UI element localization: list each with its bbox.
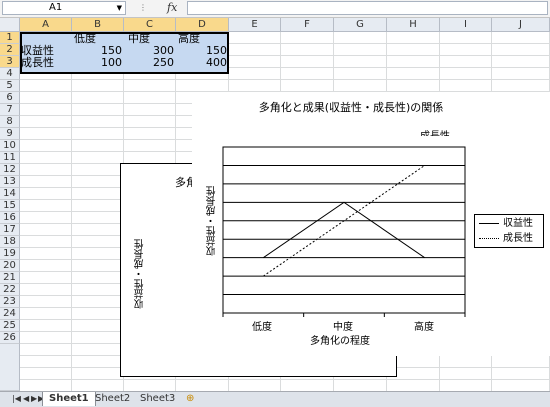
cell-c3[interactable]: 250 bbox=[124, 57, 174, 69]
row-header-24[interactable]: 24 bbox=[0, 308, 20, 320]
column-header-b[interactable]: B bbox=[72, 18, 124, 32]
insert-function-icon[interactable]: fx bbox=[167, 1, 177, 14]
row-header-25[interactable]: 25 bbox=[0, 320, 20, 332]
legend-item: 収益性 bbox=[479, 217, 533, 231]
column-header-d[interactable]: D bbox=[176, 18, 229, 32]
column-header-i[interactable]: I bbox=[440, 18, 492, 32]
column-header-a[interactable]: A bbox=[20, 18, 72, 32]
first-sheet-icon[interactable]: |◀ bbox=[12, 394, 21, 403]
row-header-12[interactable]: 12 bbox=[0, 164, 20, 176]
row-header-18[interactable]: 18 bbox=[0, 236, 20, 248]
row-header-26[interactable]: 26 bbox=[0, 332, 20, 344]
cell-b3[interactable]: 100 bbox=[72, 57, 122, 69]
row-header-9[interactable]: 9 bbox=[0, 128, 20, 140]
formula-bar-separator: ⋮ bbox=[139, 3, 147, 12]
sheet-tab-bar: |◀ ◀ ▶ ▶| Sheet1 Sheet2 Sheet3 ⊕ bbox=[0, 391, 550, 407]
row-header-8[interactable]: 8 bbox=[0, 116, 20, 128]
row-header-10[interactable]: 10 bbox=[0, 140, 20, 152]
column-header-e[interactable]: E bbox=[229, 18, 281, 32]
row-header-22[interactable]: 22 bbox=[0, 284, 20, 296]
gridline bbox=[20, 379, 550, 380]
row-header-4[interactable]: 4 bbox=[0, 68, 20, 80]
row-header-filler bbox=[0, 344, 20, 391]
row-header-11[interactable]: 11 bbox=[0, 152, 20, 164]
column-header-h[interactable]: H bbox=[387, 18, 440, 32]
row-header-17[interactable]: 17 bbox=[0, 224, 20, 236]
x-tick-label: 中度 bbox=[323, 318, 363, 333]
back-chart-y-axis-label: 収益性・成長性 bbox=[133, 239, 148, 309]
plot-border bbox=[223, 147, 465, 313]
row-header-6[interactable]: 6 bbox=[0, 92, 20, 104]
series-line-1 bbox=[263, 202, 424, 257]
chart-object-front[interactable]: 多角化と成果(収益性・成長性)の関係 成長性 収益性・成長性 低度 中度 高度 … bbox=[192, 92, 550, 356]
row-header-15[interactable]: 15 bbox=[0, 200, 20, 212]
row-header-1[interactable]: 1 bbox=[0, 32, 20, 44]
formula-bar: A1 ▼ ⋮ fx bbox=[0, 0, 550, 18]
name-box[interactable]: A1 ▼ bbox=[2, 1, 126, 15]
chart-legend: 収益性 成長性 bbox=[474, 214, 544, 248]
x-tick-label: 低度 bbox=[242, 318, 282, 333]
row-header-19[interactable]: 19 bbox=[0, 248, 20, 260]
legend-dotted-line-icon bbox=[479, 238, 499, 239]
legend-label: 収益性 bbox=[503, 218, 533, 229]
formula-input[interactable] bbox=[187, 1, 548, 15]
row-header-2[interactable]: 2 bbox=[0, 44, 20, 56]
row-header-7[interactable]: 7 bbox=[0, 104, 20, 116]
row-header-5[interactable]: 5 bbox=[0, 80, 20, 92]
prev-sheet-icon[interactable]: ◀ bbox=[23, 394, 29, 403]
name-box-value: A1 bbox=[49, 2, 62, 13]
row-header-20[interactable]: 20 bbox=[0, 260, 20, 272]
sheet-tab-sheet3[interactable]: Sheet3 bbox=[134, 392, 181, 406]
gridline bbox=[20, 79, 550, 80]
row-header-21[interactable]: 21 bbox=[0, 272, 20, 284]
column-header-j[interactable]: J bbox=[492, 18, 550, 32]
x-tick-label: 高度 bbox=[404, 318, 444, 333]
next-sheet-icon[interactable]: ▶ bbox=[31, 394, 37, 403]
cell-d3[interactable]: 400 bbox=[176, 57, 227, 69]
legend-label: 成長性 bbox=[503, 233, 533, 244]
row-header-3[interactable]: 3 bbox=[0, 56, 20, 68]
row-header-14[interactable]: 14 bbox=[0, 188, 20, 200]
legend-solid-line-icon bbox=[479, 223, 499, 224]
row-header-16[interactable]: 16 bbox=[0, 212, 20, 224]
sheet-tab-sheet1[interactable]: Sheet1 bbox=[42, 392, 96, 406]
cell-a3[interactable]: 成長性 bbox=[21, 57, 71, 69]
legend-item: 成長性 bbox=[479, 232, 533, 246]
x-axis-label: 多角化の程度 bbox=[310, 332, 370, 347]
column-header-f[interactable]: F bbox=[281, 18, 334, 32]
insert-sheet-icon[interactable]: ⊕ bbox=[180, 392, 200, 406]
row-header-23[interactable]: 23 bbox=[0, 296, 20, 308]
chevron-down-icon[interactable]: ▼ bbox=[117, 2, 122, 14]
row-header-13[interactable]: 13 bbox=[0, 176, 20, 188]
sheet-tab-sheet2[interactable]: Sheet2 bbox=[89, 392, 136, 406]
column-header-c[interactable]: C bbox=[124, 18, 176, 32]
select-all-corner[interactable] bbox=[0, 18, 20, 32]
gridline bbox=[71, 32, 72, 391]
column-header-g[interactable]: G bbox=[334, 18, 387, 32]
